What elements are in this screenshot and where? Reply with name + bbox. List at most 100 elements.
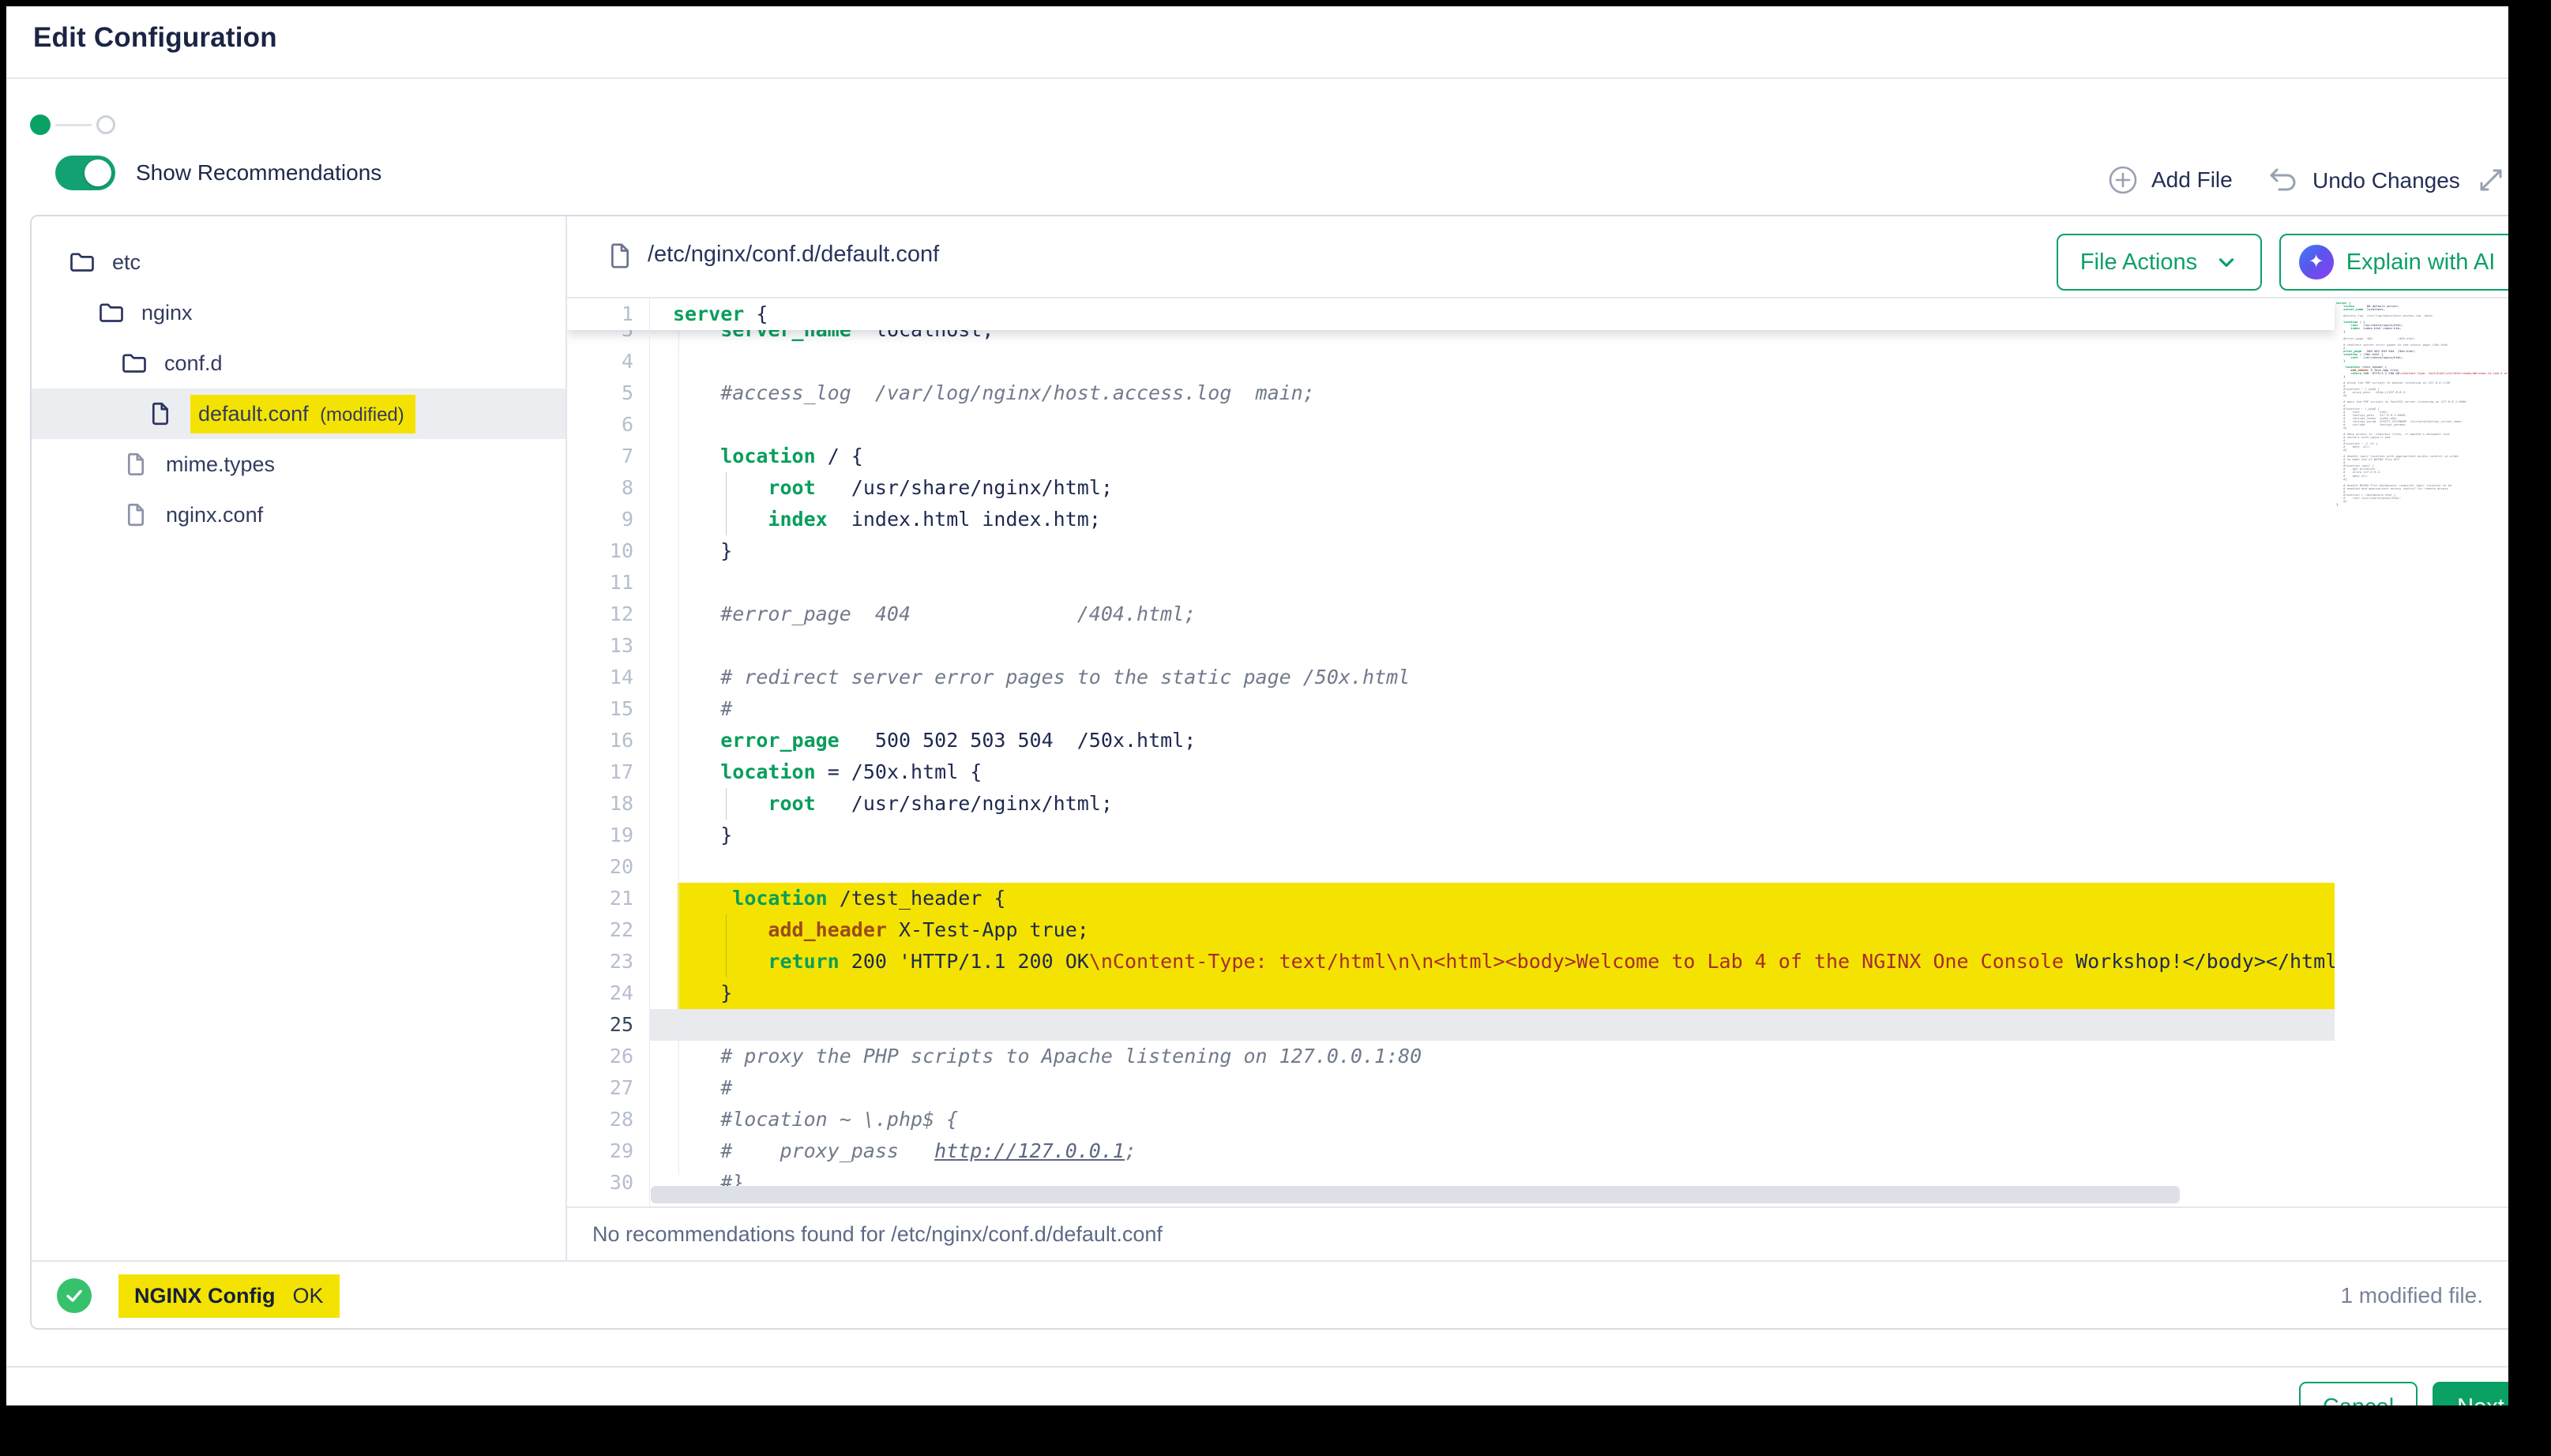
screenshot-torn-edge-right — [2508, 6, 2530, 1429]
horizontal-scrollbar[interactable] — [651, 1186, 2180, 1203]
code-line-4[interactable]: 4 — [567, 346, 2335, 377]
add-file-button[interactable]: Add File — [2107, 164, 2233, 196]
code-line-11[interactable]: 11 — [567, 567, 2335, 599]
code-text: # proxy_pass http://127.0.0.1; — [673, 1135, 1136, 1167]
title-divider — [6, 77, 2530, 79]
minimap-line: } — [2336, 503, 2512, 506]
tree-item-label: mime.types — [166, 452, 275, 477]
show-recommendations-toggle[interactable] — [55, 156, 115, 190]
expand-button[interactable] — [2474, 163, 2508, 197]
config-panel: etc nginx conf.d default.conf — [30, 215, 2530, 1330]
line-number: 15 — [567, 693, 633, 725]
tree-item-label: conf.d — [164, 351, 223, 376]
tree-item-label: default.conf — [198, 402, 309, 426]
line-number: 27 — [567, 1072, 633, 1104]
explain-with-ai-button[interactable]: ✦ Explain with AI — [2279, 234, 2515, 291]
config-status-value: OK — [292, 1284, 323, 1308]
code-line-24[interactable]: 24 } — [567, 978, 2335, 1009]
editor-header: /etc/nginx/conf.d/default.conf File Acti… — [567, 216, 2530, 297]
code-lines[interactable]: 3 server_name localhost;45 #access_log /… — [567, 330, 2335, 1206]
code-line-20[interactable]: 20 — [567, 851, 2335, 883]
line-number: 13 — [567, 630, 633, 662]
code-text: return 200 'HTTP/1.1 200 OK\nContent-Typ… — [673, 946, 2335, 978]
code-line-29[interactable]: 29 # proxy_pass http://127.0.0.1; — [567, 1135, 2335, 1167]
screenshot-torn-edge-bottom — [6, 1405, 2530, 1429]
code-text: add_header X-Test-App true; — [673, 914, 1089, 946]
code-text: #access_log /var/log/nginx/host.access.l… — [673, 377, 1315, 409]
tree-item-etc[interactable]: etc — [32, 237, 565, 287]
undo-changes-button[interactable]: Undo Changes — [2267, 164, 2460, 197]
file-path: /etc/nginx/conf.d/default.conf — [648, 242, 939, 268]
file-tree: etc nginx conf.d default.conf — [32, 216, 567, 1260]
add-file-label: Add File — [2151, 167, 2233, 193]
stepper-connector — [55, 124, 92, 126]
code-line-15[interactable]: 15 # — [567, 693, 2335, 725]
code-line-10[interactable]: 10 } — [567, 535, 2335, 567]
code-line-7[interactable]: 7 location / { — [567, 441, 2335, 472]
code-line-21[interactable]: 21 location /test_header { — [567, 883, 2335, 914]
file-actions-label: File Actions — [2080, 250, 2197, 276]
tree-item-label: etc — [112, 250, 141, 275]
line-number: 1 — [567, 298, 633, 330]
stepper-step1-dot[interactable] — [30, 114, 51, 135]
line-number: 6 — [567, 409, 633, 441]
folder-icon — [68, 248, 96, 276]
code-line-22[interactable]: 22 add_header X-Test-App true; — [567, 914, 2335, 946]
folder-icon — [97, 298, 126, 327]
check-circle-icon — [57, 1278, 92, 1313]
line-number: 3 — [567, 330, 633, 346]
line-number: 14 — [567, 662, 633, 693]
line-number: 9 — [567, 504, 633, 535]
code-line-23[interactable]: 23 return 200 'HTTP/1.1 200 OK\nContent-… — [567, 946, 2335, 978]
modified-suffix: (modified) — [320, 404, 404, 426]
plus-circle-icon — [2107, 164, 2139, 196]
code-line-28[interactable]: 28 #location ~ \.php$ { — [567, 1104, 2335, 1135]
code-line-17[interactable]: 17 location = /50x.html { — [567, 756, 2335, 788]
undo-changes-label: Undo Changes — [2312, 168, 2460, 193]
code-text: # redirect server error pages to the sta… — [673, 662, 1410, 693]
tree-item-nginx-conf[interactable]: nginx.conf — [32, 490, 565, 540]
code-text: server { — [673, 298, 768, 330]
code-line-25[interactable]: 25 — [567, 1009, 2335, 1041]
code-line-26[interactable]: 26 # proxy the PHP scripts to Apache lis… — [567, 1041, 2335, 1072]
file-actions-button[interactable]: File Actions — [2057, 234, 2262, 291]
file-icon — [604, 240, 636, 276]
code-area[interactable]: 3 server_name localhost;45 #access_log /… — [567, 298, 2530, 1206]
code-text: } — [673, 978, 732, 1009]
line-number: 8 — [567, 472, 633, 504]
toggle-knob — [85, 159, 111, 186]
tree-item-confd[interactable]: conf.d — [32, 338, 565, 388]
code-line-9[interactable]: 9 index index.html index.htm; — [567, 504, 2335, 535]
tree-item-mime-types[interactable]: mime.types — [32, 439, 565, 490]
code-line-8[interactable]: 8 root /usr/share/nginx/html; — [567, 472, 2335, 504]
code-line-6[interactable]: 6 — [567, 409, 2335, 441]
code-line-13[interactable]: 13 — [567, 630, 2335, 662]
code-text: error_page 500 502 503 504 /50x.html; — [673, 725, 1196, 756]
code-text: #error_page 404 /404.html; — [673, 599, 1196, 630]
tree-item-nginx[interactable]: nginx — [32, 287, 565, 338]
stepper — [30, 114, 115, 136]
no-recommendations-text: No recommendations found for /etc/nginx/… — [592, 1222, 1163, 1247]
undo-icon — [2267, 164, 2300, 197]
code-line-14[interactable]: 14 # redirect server error pages to the … — [567, 662, 2335, 693]
line-number: 16 — [567, 725, 633, 756]
code-line-27[interactable]: 27 # — [567, 1072, 2335, 1104]
line-number: 23 — [567, 946, 633, 978]
sticky-line-1[interactable]: 1 server { — [567, 298, 2335, 330]
page-title: Edit Configuration — [33, 22, 277, 54]
tree-item-default-conf[interactable]: default.conf (modified) — [32, 388, 565, 439]
minimap[interactable]: server { listen 80 default_server; serve… — [2336, 302, 2512, 1206]
code-line-5[interactable]: 5 #access_log /var/log/nginx/host.access… — [567, 377, 2335, 409]
line-number: 7 — [567, 441, 633, 472]
line-number: 18 — [567, 788, 633, 820]
code-text: index index.html index.htm; — [673, 504, 1101, 535]
modified-file-highlight: default.conf (modified) — [190, 395, 415, 433]
code-line-3[interactable]: 3 server_name localhost; — [567, 330, 2335, 346]
code-line-18[interactable]: 18 root /usr/share/nginx/html; — [567, 788, 2335, 820]
code-line-16[interactable]: 16 error_page 500 502 503 504 /50x.html; — [567, 725, 2335, 756]
code-text: location /test_header { — [673, 883, 1005, 914]
code-line-12[interactable]: 12 #error_page 404 /404.html; — [567, 599, 2335, 630]
code-line-19[interactable]: 19 } — [567, 820, 2335, 851]
line-number: 11 — [567, 567, 633, 599]
stepper-step2-dot[interactable] — [96, 115, 115, 134]
